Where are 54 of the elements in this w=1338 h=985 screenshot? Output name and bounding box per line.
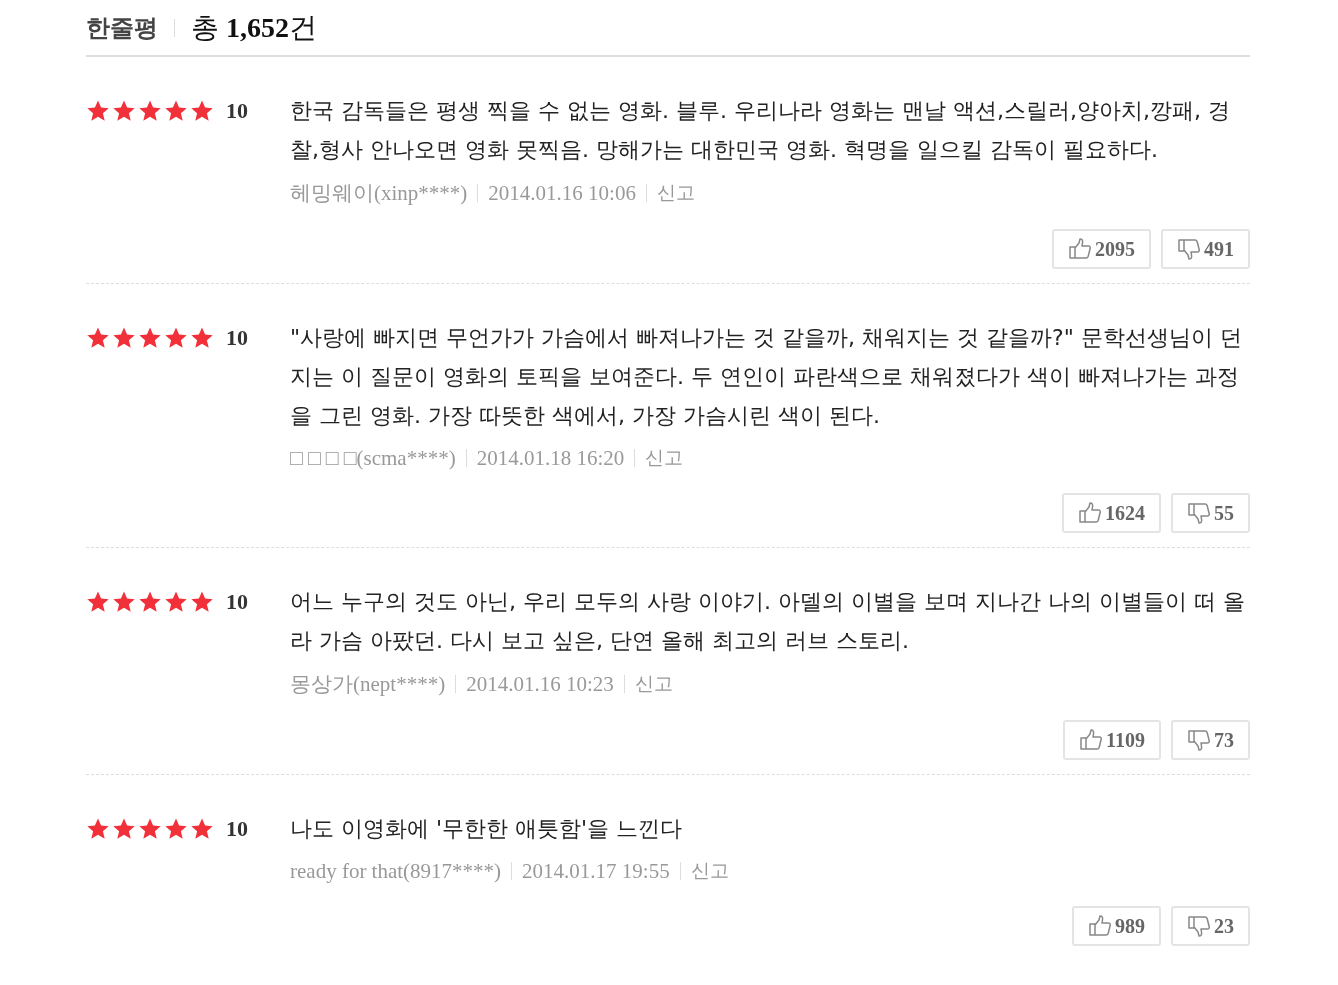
review-date: 2014.01.18 16:20	[476, 445, 625, 471]
dislike-button[interactable]: 491	[1161, 229, 1250, 269]
rating-score: 10	[226, 816, 248, 842]
star-icon	[190, 326, 214, 350]
like-button[interactable]: 1624	[1062, 493, 1161, 533]
thumbs-up-icon	[1068, 237, 1092, 261]
author-name: 몽상가(nept****)	[290, 671, 446, 698]
star-icon	[190, 817, 214, 841]
star-icon	[86, 99, 110, 123]
review-text: 어느 누구의 것도 아닌, 우리 모두의 사랑 이야기. 아델의 이별을 보며 지나간 나의 이별들이 떠 올라 가슴 아팠던. 다시 보고 싶은, 단연 올해 최고의 러브 스토리.	[290, 588, 1246, 655]
thumbs-up-icon	[1079, 728, 1104, 752]
star-icon	[112, 326, 136, 350]
review-text: 나도 이영화에 '무한한 애틋함'을 느낀다	[290, 815, 684, 843]
rating-score: 10	[226, 98, 248, 124]
review-text: "사랑에 빠지면 무언가가 가슴에서 빠져나가는 것 같을까, 채워지는 것 같을까?" 문학선생님이 던지는 이 질문이 영화의 토픽을 보여준다. 두 연인이 파란색으로 채워졌다가 색이 빠져나가는 과정을 그린 영화. 가장 따뜻한 색에서, 가장 가슴시린 색이 된다.	[290, 324, 1243, 430]
rating-score: 10	[226, 325, 248, 351]
like-button[interactable]: 989	[1072, 906, 1161, 946]
review-date: 2014.01.17 19:55	[522, 858, 670, 884]
author-name: ready for that(8917****)	[290, 858, 502, 884]
star-icon	[112, 817, 136, 841]
rating-score: 10	[226, 589, 248, 615]
author-name: 헤밍웨이(xinp****)	[290, 180, 468, 207]
star-icon	[86, 326, 110, 350]
star-icon	[86, 817, 110, 841]
review-date: 2014.01.16 10:06	[488, 180, 636, 206]
star-icon	[164, 99, 188, 123]
star-icon	[138, 326, 162, 350]
star-icon	[112, 590, 136, 614]
thumbs-down-icon	[1187, 728, 1211, 752]
star-icon	[164, 590, 188, 614]
thumbs-up-icon	[1078, 501, 1102, 525]
thumbs-down-icon	[1187, 501, 1211, 525]
star-icon	[138, 99, 162, 123]
star-icon	[164, 326, 188, 350]
dislike-button[interactable]: 73	[1171, 720, 1250, 760]
dislike-button[interactable]: 23	[1171, 906, 1250, 946]
star-icon	[138, 590, 162, 614]
review-date: 2014.01.16 10:23	[466, 671, 614, 697]
review-text: 한국 감독들은 평생 찍을 수 없는 영화. 블루. 우리나라 영화는 맨날 액션,스릴러,양아치,깡패, 경찰,형사 안나오면 영화 못찍음. 망해가는 대한민국 영화. 혁명을 일으킬 감독이 필요하다.	[290, 97, 1231, 164]
thumbs-down-icon	[1187, 914, 1211, 938]
star-icon	[112, 99, 136, 123]
thumbs-down-icon	[1177, 237, 1201, 261]
like-button[interactable]: 2095	[1052, 229, 1151, 269]
thumbs-up-icon	[1088, 914, 1112, 938]
dislike-button[interactable]: 55	[1171, 493, 1250, 533]
star-icon	[138, 817, 162, 841]
star-icon	[190, 590, 214, 614]
star-icon	[164, 817, 188, 841]
star-icon	[190, 99, 214, 123]
star-icon	[86, 590, 110, 614]
author-name: □ □ □ □(scma****)	[290, 445, 456, 471]
like-button[interactable]: 1109	[1063, 720, 1161, 760]
review-count: 총 1,652건	[191, 10, 317, 45]
section-title: 한줄평	[86, 12, 158, 44]
